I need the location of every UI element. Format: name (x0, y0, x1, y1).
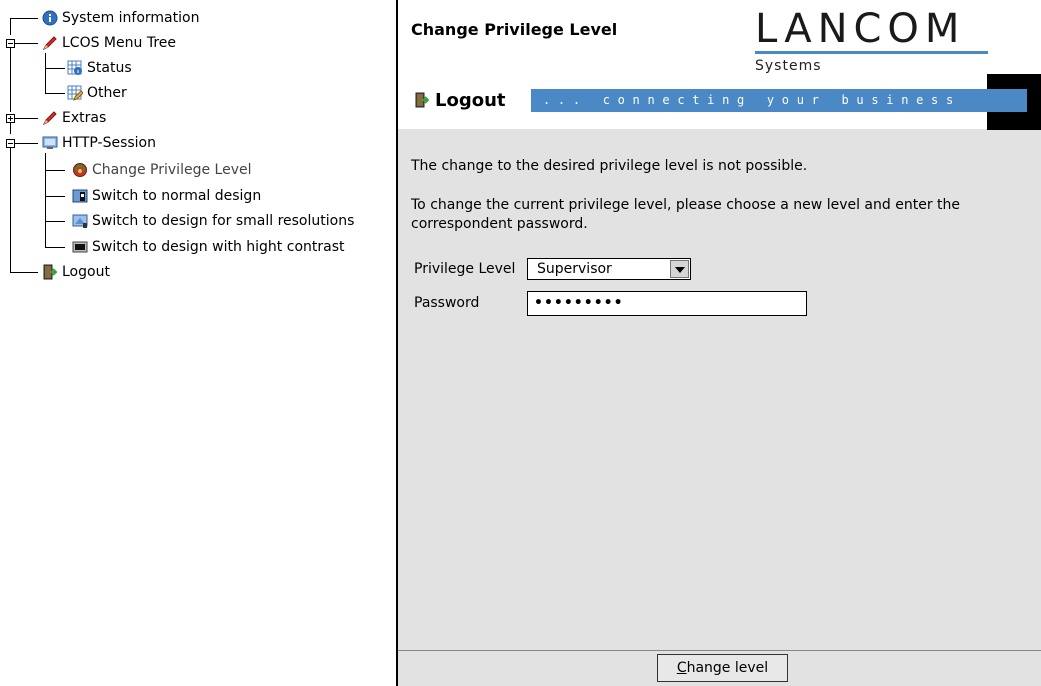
tree-item-status[interactable]: Status (67, 58, 132, 78)
expand-toggle-extras[interactable] (6, 114, 15, 123)
password-label: Password (414, 295, 480, 311)
privilege-level-select[interactable]: Supervisor (527, 258, 691, 280)
tree-item-label: Other (87, 85, 127, 101)
privilege-level-label: Privilege Level (414, 261, 516, 277)
tree-item-label: HTTP-Session (62, 135, 156, 151)
privilege-level-value: Supervisor (537, 261, 612, 277)
tree-item-other[interactable]: Other (67, 83, 127, 103)
content-header: Change Privilege Level LANCOM Systems ..… (398, 0, 1041, 130)
tree-item-switch-normal-design[interactable]: Switch to normal design (72, 186, 261, 206)
contrast-screen-icon (72, 239, 88, 255)
change-level-button-label: hange level (686, 660, 769, 676)
table-info-icon (67, 60, 83, 76)
content-frame: Change Privilege Level LANCOM Systems ..… (398, 0, 1041, 686)
logout-label: Logout (435, 89, 506, 111)
small-screen-icon (72, 213, 88, 229)
tree-item-http-session[interactable]: HTTP-Session (42, 133, 156, 153)
collapse-toggle-lcos[interactable] (6, 39, 15, 48)
info-icon (42, 10, 58, 26)
change-level-button[interactable]: Change level (657, 654, 788, 682)
tree-item-label: Extras (62, 110, 107, 126)
key-icon (72, 162, 88, 178)
monitor-icon (42, 135, 58, 151)
logout-icon (42, 264, 58, 280)
chevron-down-icon[interactable] (670, 260, 689, 278)
tree-item-label: Switch to design for small resolutions (92, 213, 355, 229)
tree-item-change-privilege-level[interactable]: Change Privilege Level (72, 160, 251, 180)
tree-item-label: System information (62, 10, 200, 26)
tree-item-system-information[interactable]: System information (42, 8, 199, 28)
tree-item-label: Switch to normal design (92, 188, 262, 204)
password-field[interactable]: ••••••••• (527, 291, 807, 316)
tree-item-lcos-menu-tree[interactable]: LCOS Menu Tree (42, 33, 176, 53)
slogan-banner: ... connecting your business (531, 89, 1027, 112)
page-title: Change Privilege Level (411, 20, 618, 39)
tree-item-label: Logout (62, 264, 110, 280)
footer-divider (398, 650, 1041, 651)
tree-item-label: Change Privilege Level (92, 162, 252, 178)
tree-item-extras[interactable]: Extras (42, 108, 106, 128)
tree-item-label: Status (87, 60, 132, 76)
logout-icon (415, 92, 430, 108)
tree-item-switch-small-resolution[interactable]: Switch to design for small resolutions (72, 211, 354, 231)
tree-item-logout[interactable]: Logout (42, 262, 110, 282)
lancom-logo: LANCOM Systems (755, 6, 991, 74)
design-icon (72, 188, 88, 204)
tree-item-switch-high-contrast[interactable]: Switch to design with hight contrast (72, 237, 345, 257)
change-level-button-accesskey: C (676, 660, 687, 676)
tree-item-label: Switch to design with hight contrast (92, 239, 345, 255)
pen-icon (42, 110, 58, 126)
instructions-text: To change the current privilege level, p… (411, 197, 960, 232)
error-message: The change to the desired privilege leve… (411, 158, 808, 174)
tree-item-label: LCOS Menu Tree (62, 35, 176, 51)
collapse-toggle-http-session[interactable] (6, 139, 15, 148)
pen-icon (42, 35, 58, 51)
logout-link[interactable]: Logout (415, 88, 506, 112)
table-edit-icon (67, 85, 84, 101)
navigation-tree: System information LCOS Menu Tree Status… (0, 0, 396, 686)
